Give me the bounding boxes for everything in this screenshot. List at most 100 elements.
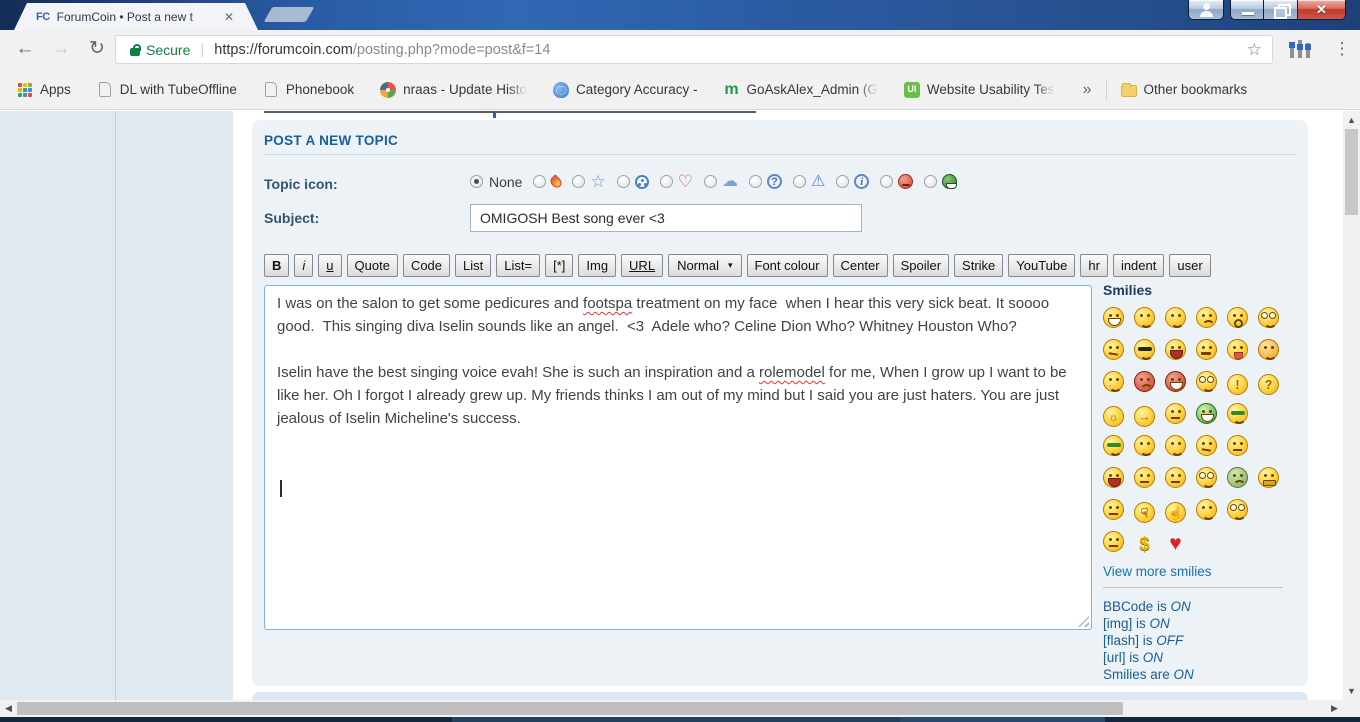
topic-icon-option-question[interactable]: ? (749, 174, 782, 189)
smiley-very-happy[interactable] (1103, 307, 1124, 328)
smiley-geek[interactable] (1227, 403, 1248, 424)
smiley-evil[interactable] (1134, 371, 1155, 392)
smiley-thumb-down[interactable]: ☟ (1134, 502, 1155, 523)
radio-fire[interactable] (533, 175, 546, 188)
apps-grid-icon[interactable] (18, 83, 32, 97)
smiley-professor[interactable] (1103, 435, 1124, 456)
smiley-mr-green[interactable] (1196, 403, 1217, 424)
smiley-wink[interactable] (1165, 307, 1186, 328)
smiley-sick[interactable] (1227, 467, 1248, 488)
new-tab-button[interactable] (264, 7, 315, 22)
bbcode-button-[interactable]: [*] (545, 254, 573, 277)
menu-icon[interactable]: ⋮ (1330, 33, 1354, 65)
topic-icon-option-heart[interactable]: ♡ (660, 173, 693, 190)
bbcode-button-quote[interactable]: Quote (347, 254, 398, 277)
smiley-razz[interactable] (1227, 339, 1248, 360)
radio-info[interactable] (836, 175, 849, 188)
radio-question[interactable] (749, 175, 762, 188)
bbcode-button-list[interactable]: List (455, 254, 491, 277)
bookmark-item[interactable]: UIWebsite Usability Tes (904, 82, 1055, 98)
bbcode-button-i[interactable]: i (294, 254, 313, 277)
smiley-whistle[interactable] (1165, 435, 1186, 456)
smiley-monocle[interactable] (1227, 499, 1248, 520)
tab-close-icon[interactable]: ✕ (224, 11, 234, 23)
extension-icon[interactable] (1290, 40, 1312, 60)
smiley-ponder[interactable] (1103, 499, 1124, 520)
radio-none[interactable] (470, 175, 483, 188)
smiley-exclaim[interactable]: ! (1227, 374, 1248, 395)
topic-icon-option-ball[interactable] (617, 175, 649, 189)
smiley-neutral[interactable] (1165, 403, 1186, 424)
topic-icon-option-none[interactable]: None (470, 174, 522, 190)
bbcode-button-spoiler[interactable]: Spoiler (893, 254, 949, 277)
bbcode-button-user[interactable]: user (1169, 254, 1210, 277)
vertical-scrollbar[interactable]: ▲ ▼ (1343, 111, 1360, 700)
bookmark-item[interactable]: mGoAskAlex_Admin (G (724, 82, 878, 98)
topic-icon-option-warning[interactable]: ⚠ (793, 173, 825, 190)
smiley-eek[interactable] (1258, 307, 1279, 328)
smiley-confused[interactable] (1103, 339, 1124, 360)
bbcode-button-indent[interactable]: indent (1113, 254, 1164, 277)
bbcode-button-b[interactable]: B (264, 254, 289, 277)
smiley-mad[interactable] (1196, 339, 1217, 360)
radio-green-face[interactable] (924, 175, 937, 188)
smiley-rolling-eyes[interactable] (1196, 371, 1217, 392)
smiley-specs[interactable] (1196, 467, 1217, 488)
smiley-smile[interactable] (1134, 307, 1155, 328)
bbcode-button-u[interactable]: u (318, 254, 341, 277)
topic-icon-option-green-face[interactable] (924, 174, 957, 189)
profile-icon[interactable] (1188, 0, 1224, 20)
bookmark-item[interactable]: DL with TubeOffline (97, 82, 237, 98)
bbcode-button-strike[interactable]: Strike (954, 254, 1003, 277)
view-more-smilies-link[interactable]: View more smilies (1103, 564, 1298, 579)
bbcode-button-url[interactable]: URL (621, 254, 663, 277)
message-textarea[interactable]: I was on the salon to get some pedicures… (264, 285, 1092, 630)
bookmarks-overflow-icon[interactable]: » (1083, 81, 1092, 99)
radio-red-face[interactable] (880, 175, 893, 188)
smiley-question[interactable]: ? (1258, 374, 1279, 395)
address-bar[interactable]: Secure | https://forumcoin.com /posting.… (115, 35, 1273, 64)
smiley-sad[interactable] (1196, 307, 1217, 328)
vertical-scrollbar-thumb[interactable] (1345, 129, 1358, 215)
scroll-left-icon[interactable]: ◀ (0, 700, 17, 717)
smiley-scratch[interactable] (1196, 435, 1217, 456)
bbcode-button-code[interactable]: Code (403, 254, 450, 277)
bookmark-star-icon[interactable]: ☆ (1247, 40, 1262, 60)
radio-warning[interactable] (793, 175, 806, 188)
bbcode-button-list[interactable]: List= (496, 254, 540, 277)
bookmark-apps[interactable]: Apps (40, 82, 71, 97)
smiley-arrow[interactable]: → (1134, 406, 1155, 427)
smiley-twisted-evil[interactable] (1165, 371, 1186, 392)
bookmark-item[interactable]: Phonebook (263, 82, 354, 98)
smiley-embarrassed[interactable] (1258, 339, 1279, 360)
smiley-laughing[interactable] (1165, 339, 1186, 360)
smiley-sceptic[interactable] (1134, 467, 1155, 488)
smiley-zip-it[interactable] (1258, 467, 1279, 488)
topic-icon-option-bubble[interactable]: ☁ (704, 173, 738, 190)
smiley-salute[interactable] (1196, 499, 1217, 520)
smiley-heart[interactable]: ♥ (1165, 533, 1186, 554)
radio-ball[interactable] (617, 175, 630, 188)
smiley-thumb-up[interactable]: ☝ (1165, 502, 1186, 523)
forward-icon[interactable]: → (46, 34, 76, 64)
topic-icon-option-fire[interactable] (533, 175, 561, 188)
scroll-up-icon[interactable]: ▲ (1343, 112, 1360, 128)
browser-tab[interactable]: FC ForumCoin • Post a new t ✕ (14, 3, 258, 30)
close-button[interactable]: ✕ (1298, 0, 1346, 20)
radio-heart[interactable] (660, 175, 673, 188)
smiley-cool[interactable] (1134, 339, 1155, 360)
topic-icon-option-red-face[interactable] (880, 174, 913, 189)
radio-star[interactable] (572, 175, 585, 188)
smiley-sleepy[interactable] (1103, 531, 1124, 552)
minimize-button[interactable] (1230, 0, 1264, 20)
topic-icon-option-star[interactable]: ☆ (572, 173, 605, 190)
reload-icon[interactable]: ↻ (82, 34, 112, 64)
smiley-idea[interactable]: ☼ (1103, 406, 1124, 427)
bbcode-button-center[interactable]: Center (833, 254, 888, 277)
scroll-down-icon[interactable]: ▼ (1343, 683, 1360, 699)
bbcode-button-youtube[interactable]: YouTube (1008, 254, 1075, 277)
smiley-dollar[interactable]: $ (1134, 534, 1155, 555)
font-size-select[interactable]: Normal▾ (668, 254, 741, 277)
horizontal-scrollbar-thumb[interactable] (17, 702, 1123, 715)
smiley-angel[interactable] (1134, 435, 1155, 456)
